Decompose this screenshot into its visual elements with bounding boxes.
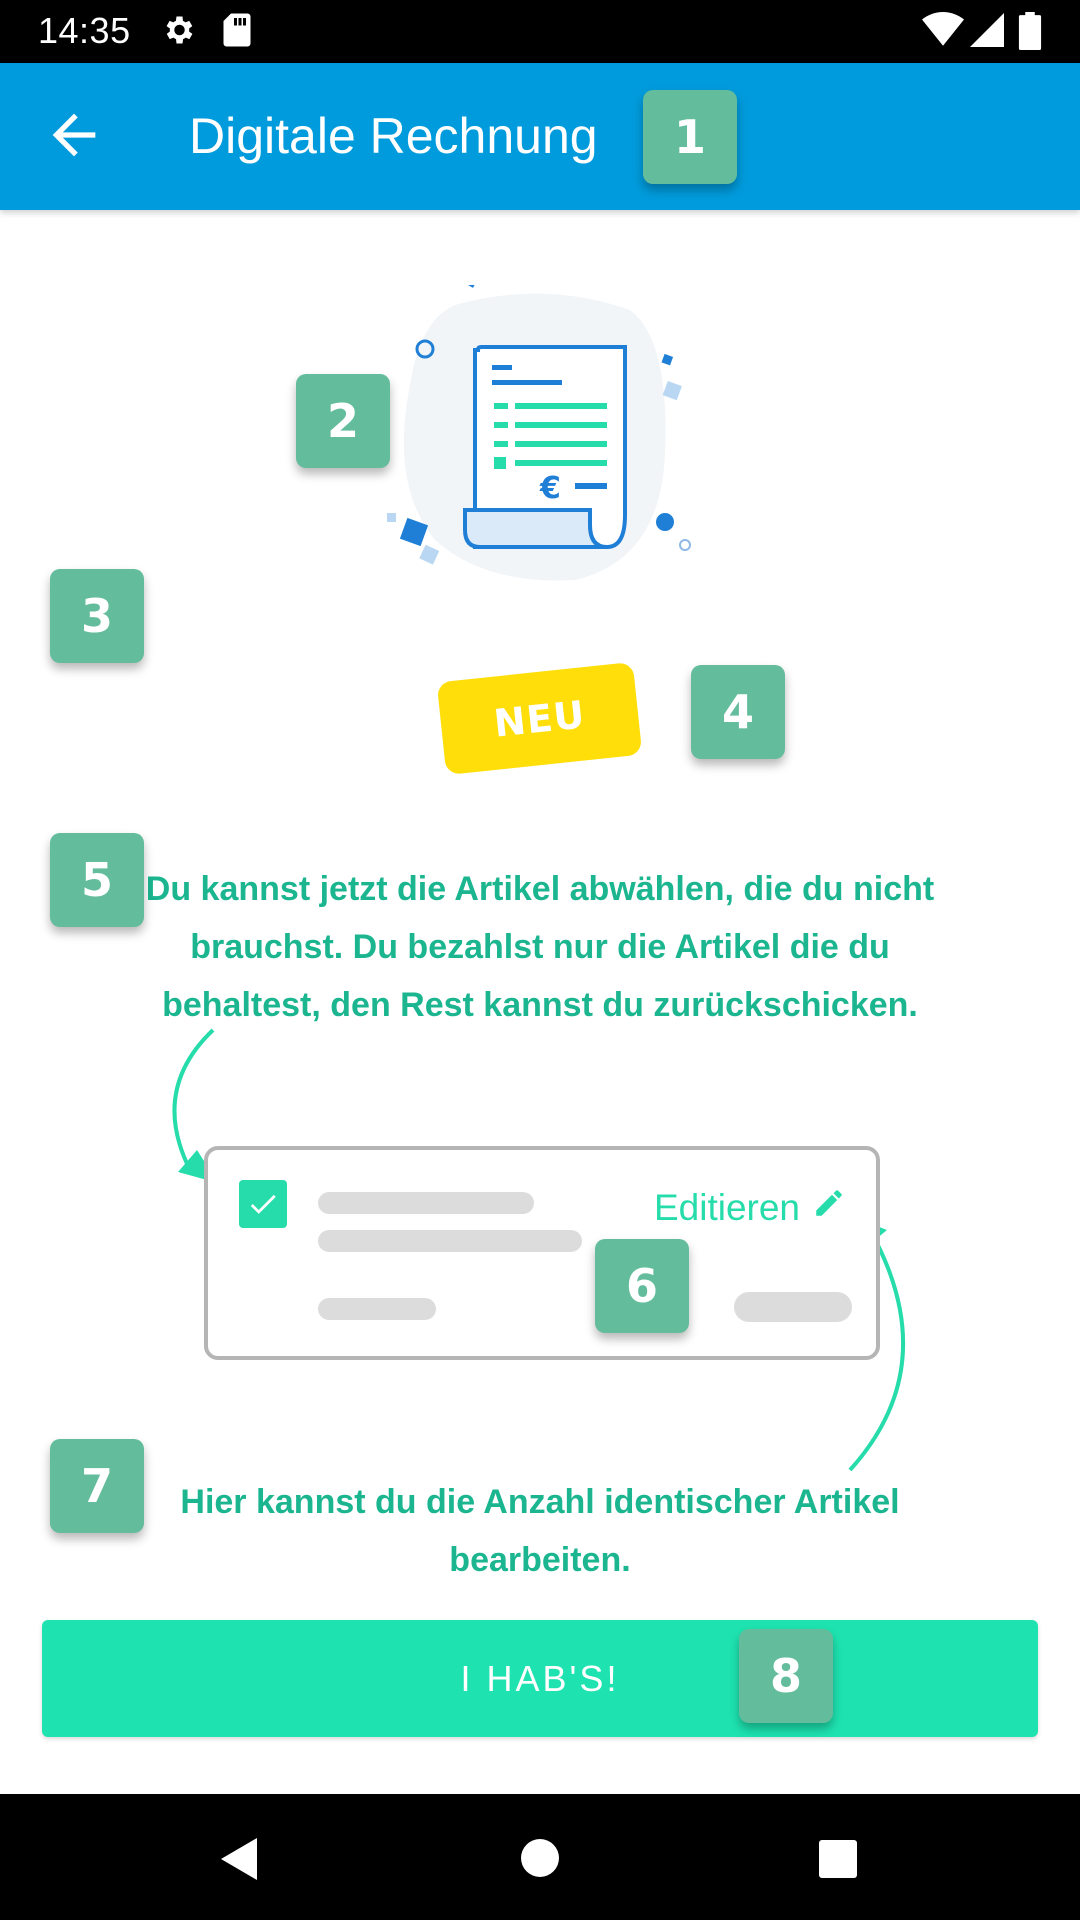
back-triangle-icon[interactable]	[215, 1834, 261, 1889]
badge-3: 3	[50, 569, 144, 663]
article-card-preview: Editieren	[204, 1146, 880, 1360]
edit-label: Editieren	[653, 1186, 800, 1228]
status-time: 14:35	[38, 10, 131, 51]
battery-icon	[1018, 12, 1042, 55]
sd-card-icon	[222, 12, 252, 53]
badge-5: 5	[50, 833, 144, 927]
checkbox-checked-icon	[239, 1180, 287, 1228]
badge-1: 1	[643, 90, 737, 184]
edit-link[interactable]: Editieren	[654, 1186, 846, 1229]
wifi-icon	[922, 12, 964, 53]
skeleton-line	[318, 1230, 582, 1252]
home-circle-icon[interactable]	[518, 1836, 562, 1885]
badge-4: 4	[691, 665, 785, 759]
gear-icon	[160, 12, 196, 53]
recents-square-icon[interactable]	[816, 1837, 860, 1886]
skeleton-line	[318, 1192, 534, 1214]
badge-6: 6	[595, 1239, 689, 1333]
skeleton-pill	[734, 1292, 852, 1322]
badge-7: 7	[50, 1439, 144, 1533]
hint-deselect-text: Du kannst jetzt die Artikel abwählen, di…	[145, 870, 935, 1024]
status-bar: 14:35	[0, 0, 1080, 63]
skeleton-line	[318, 1298, 436, 1320]
svg-text:€: €	[539, 471, 561, 506]
badge-2: 2	[296, 374, 390, 468]
system-nav-bar	[0, 1794, 1080, 1920]
badge-8: 8	[739, 1629, 833, 1723]
hint-quantity-text: Hier kannst du die Anzahl identischer Ar…	[180, 1483, 900, 1579]
new-badge: NEU	[436, 661, 643, 776]
pencil-icon	[812, 1186, 846, 1229]
invoice-illustration: €	[387, 285, 691, 581]
signal-icon	[970, 12, 1004, 53]
got-it-button[interactable]: I HAB'S!	[42, 1620, 1038, 1737]
page-title: Digitale Rechnung	[189, 108, 598, 164]
app-bar: Digitale Rechnung	[0, 63, 1080, 210]
arrow-back-icon[interactable]	[42, 103, 106, 167]
